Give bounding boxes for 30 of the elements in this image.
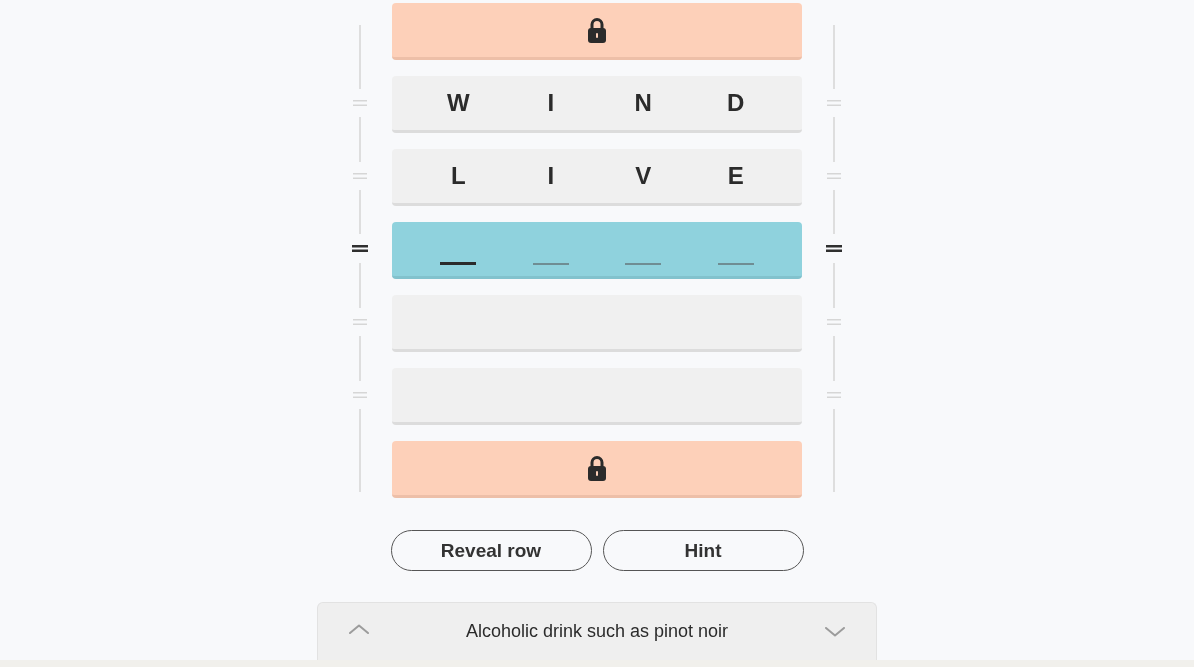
equals-icon (827, 100, 841, 106)
empty-row[interactable] (392, 295, 802, 352)
lock-icon (587, 17, 607, 43)
equals-icon (827, 319, 841, 325)
equals-icon (353, 173, 367, 179)
equals-icon (353, 392, 367, 398)
letter: I (547, 162, 555, 190)
equals-icon (353, 319, 367, 325)
chevron-down-icon[interactable] (825, 626, 845, 637)
letter: L (450, 162, 466, 190)
letter: W (446, 89, 470, 117)
equals-icon (827, 173, 841, 179)
empty-row[interactable] (392, 368, 802, 425)
fill-in-line[interactable] (440, 262, 477, 265)
letter: I (547, 89, 555, 117)
equals-icon (826, 245, 842, 252)
word-row[interactable]: L I V E (392, 149, 802, 206)
locked-row[interactable] (392, 441, 802, 498)
equals-icon (353, 100, 367, 106)
equals-icon (827, 392, 841, 398)
letter: E (727, 162, 744, 190)
lock-icon (587, 455, 607, 481)
letter: N (634, 89, 652, 117)
letter: V (635, 162, 652, 190)
locked-row[interactable] (392, 3, 802, 60)
letter: D (727, 89, 745, 117)
clue-text: Alcoholic drink such as pinot noir (465, 621, 729, 642)
equals-icon (352, 245, 368, 252)
chevron-up-icon[interactable] (349, 623, 369, 634)
word-row[interactable]: W I N D (392, 76, 802, 133)
